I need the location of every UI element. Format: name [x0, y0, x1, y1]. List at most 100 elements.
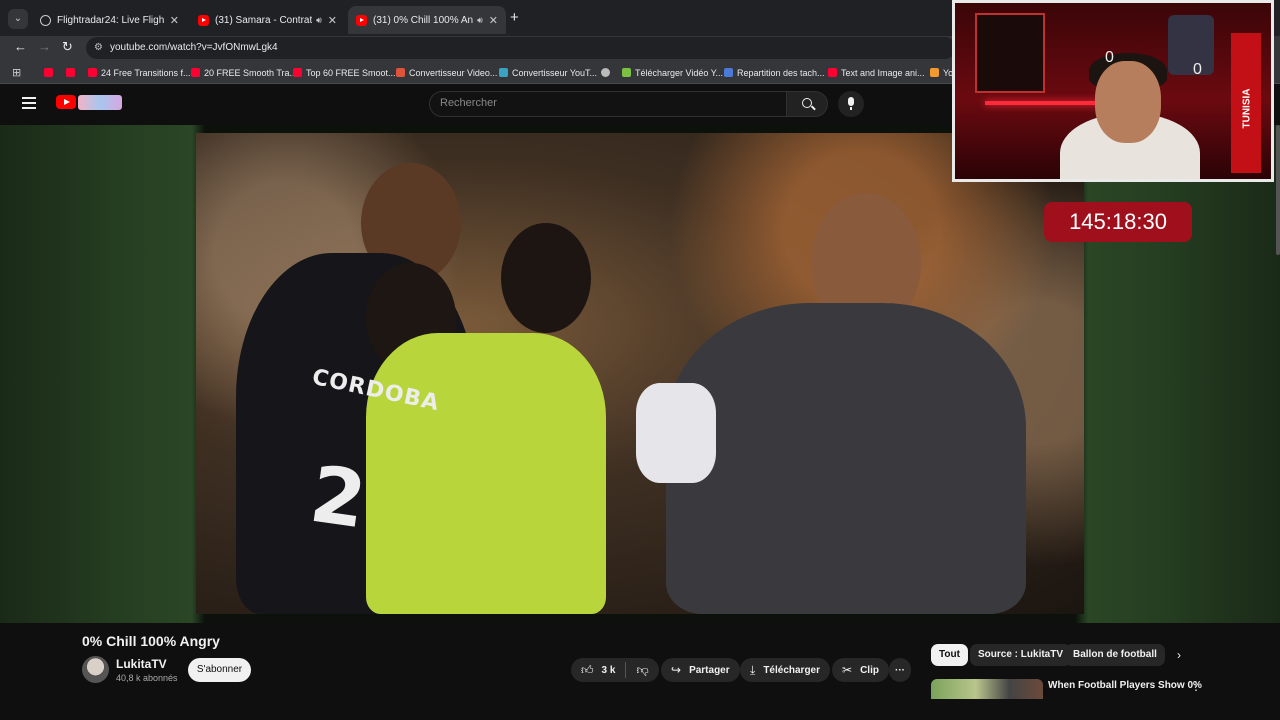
converter-icon [499, 68, 508, 77]
webcam-overlay: TUNISIA 0 0 [952, 0, 1274, 182]
youtube-icon [828, 68, 837, 77]
youtube-icon [198, 14, 209, 26]
video-frame-figure [666, 303, 1026, 614]
clip-button[interactable]: ✂ Clip [832, 658, 889, 682]
bookmark-label: 24 Free Transitions f... [101, 67, 191, 78]
bookmark-item[interactable]: Top 60 FREE Smoot... [293, 66, 396, 79]
speaker-icon[interactable]: 🔊︎ [477, 15, 483, 26]
bookmark-item[interactable]: Repartition des tach... [724, 66, 825, 79]
video-frame-figure [501, 223, 591, 333]
chip-source[interactable]: Source : LukitaTV [970, 644, 1072, 666]
bookmark-item[interactable]: 20 FREE Smooth Tra... [191, 66, 297, 79]
thumbs-down-icon[interactable]: 👎︎ [636, 663, 648, 678]
score-right: 0 [1193, 61, 1202, 78]
bookmark-item[interactable]: Télécharger Vidéo Y... [622, 66, 723, 79]
bookmark-item[interactable]: Convertisseur Video... [396, 66, 497, 79]
url-text: youtube.com/watch?v=JvfONmwLgk4 [110, 42, 278, 53]
voice-search-button[interactable] [838, 91, 864, 117]
bookmark-item[interactable] [66, 66, 79, 79]
star-icon [930, 68, 939, 77]
back-icon[interactable]: ← [14, 39, 27, 54]
chip-all[interactable]: Tout [931, 644, 968, 666]
microphone-icon [848, 97, 854, 110]
converter-icon [396, 68, 405, 77]
address-bar[interactable]: ⚙ youtube.com/watch?v=JvfONmwLgk4 [86, 37, 956, 59]
apps-grid-icon[interactable]: ⊞ [12, 66, 21, 79]
more-icon: ··· [895, 664, 905, 676]
docs-icon [724, 68, 733, 77]
stream-timer: 145:18:30 [1044, 202, 1192, 242]
more-vert-icon[interactable]: ⋮ [1190, 679, 1202, 693]
tab-samara[interactable]: (31) Samara - Contrat (Freestyle) 🔊︎ ✕ [190, 6, 345, 34]
youtube-icon [191, 68, 200, 77]
framed-shirt [1168, 15, 1214, 75]
subscribe-button[interactable]: S'abonner [188, 658, 251, 682]
youtube-icon [44, 68, 53, 77]
close-tab-icon[interactable]: ✕ [170, 14, 179, 27]
download-button[interactable]: ⤓ Télécharger [740, 658, 831, 682]
banner-text: TUNISIA [1241, 88, 1253, 129]
tab-active-video[interactable]: (31) 0% Chill 100% Angry - 🔊︎ ✕ [348, 6, 506, 34]
video-frame-figure [366, 333, 606, 614]
download-icon: ⤓ [750, 662, 756, 677]
channel-name[interactable]: LukitaTV [116, 657, 167, 671]
youtube-doodle[interactable] [78, 95, 122, 110]
bookmark-item[interactable] [44, 66, 57, 79]
youtube-icon [66, 68, 75, 77]
search-icon [802, 98, 812, 108]
led-strip [985, 101, 1105, 105]
youtube-icon [293, 68, 302, 77]
download-icon [622, 68, 631, 77]
chevron-right-icon[interactable]: › [1177, 648, 1181, 662]
recommendation-title[interactable]: When Football Players Show 0% [1048, 680, 1202, 691]
bookmark-item[interactable]: Convertisseur YouT... [499, 66, 597, 79]
video-player[interactable]: CORDOBA 2 [196, 133, 1084, 614]
forward-icon[interactable]: → [38, 39, 51, 54]
recommendation-thumbnail[interactable] [931, 679, 1043, 699]
bookmark-label: Convertisseur Video... [409, 67, 498, 78]
bookmark-item[interactable]: Text and Image ani... [828, 66, 925, 79]
tab-flightradar[interactable]: Flightradar24: Live Flight Tracker ✕ [32, 6, 187, 34]
subscriber-count: 40,8 k abonnés [116, 673, 178, 683]
video-frame-figure [636, 383, 716, 483]
chip-football[interactable]: Ballon de football [1065, 644, 1165, 666]
search-input[interactable] [440, 97, 770, 109]
bookmark-item[interactable]: 24 Free Transitions f... [88, 66, 191, 79]
globe-icon [601, 68, 610, 77]
poster [975, 13, 1045, 93]
avatar[interactable] [82, 656, 109, 683]
bookmark-label: 20 FREE Smooth Tra... [204, 67, 298, 78]
more-actions-button[interactable]: ··· [889, 658, 911, 682]
search-button[interactable] [786, 91, 828, 117]
share-button[interactable]: ↪ Partager [661, 658, 740, 682]
bookmark-label: Télécharger Vidéo Y... [635, 67, 724, 78]
bookmark-label: Top 60 FREE Smoot... [306, 67, 396, 78]
youtube-logo-icon[interactable] [56, 95, 76, 109]
video-title: 0% Chill 100% Angry [82, 633, 220, 649]
tab-title: (31) 0% Chill 100% Angry - [373, 14, 474, 26]
page-scrollbar[interactable] [1276, 125, 1280, 255]
new-tab-button[interactable]: + [510, 9, 519, 26]
speaker-icon[interactable]: 🔊︎ [316, 15, 322, 26]
bookmark-item[interactable] [601, 66, 614, 79]
youtube-icon [356, 14, 367, 26]
site-info-icon[interactable]: ⚙ [94, 37, 103, 59]
tab-title: (31) Samara - Contrat (Freestyle) [215, 14, 313, 26]
clip-label: Clip [860, 664, 879, 676]
close-tab-icon[interactable]: ✕ [489, 14, 498, 27]
share-label: Partager [689, 664, 730, 676]
youtube-icon [88, 68, 97, 77]
reload-icon[interactable]: ↻ [62, 39, 73, 55]
thumbs-up-icon[interactable]: 👍︎ [581, 663, 594, 678]
score-left: 0 [1105, 49, 1114, 66]
like-dislike-group: 👍︎ 3 k 👎︎ [571, 658, 659, 682]
bookmark-label: Repartition des tach... [737, 67, 825, 78]
tab-search-button[interactable]: ⌄ [8, 9, 28, 29]
divider [625, 662, 627, 678]
like-count[interactable]: 3 k [602, 665, 616, 676]
search-box[interactable] [429, 91, 787, 117]
close-tab-icon[interactable]: ✕ [328, 14, 337, 27]
menu-icon[interactable] [22, 97, 36, 109]
tab-title: Flightradar24: Live Flight Tracker [57, 14, 164, 26]
share-icon: ↪ [671, 663, 682, 677]
